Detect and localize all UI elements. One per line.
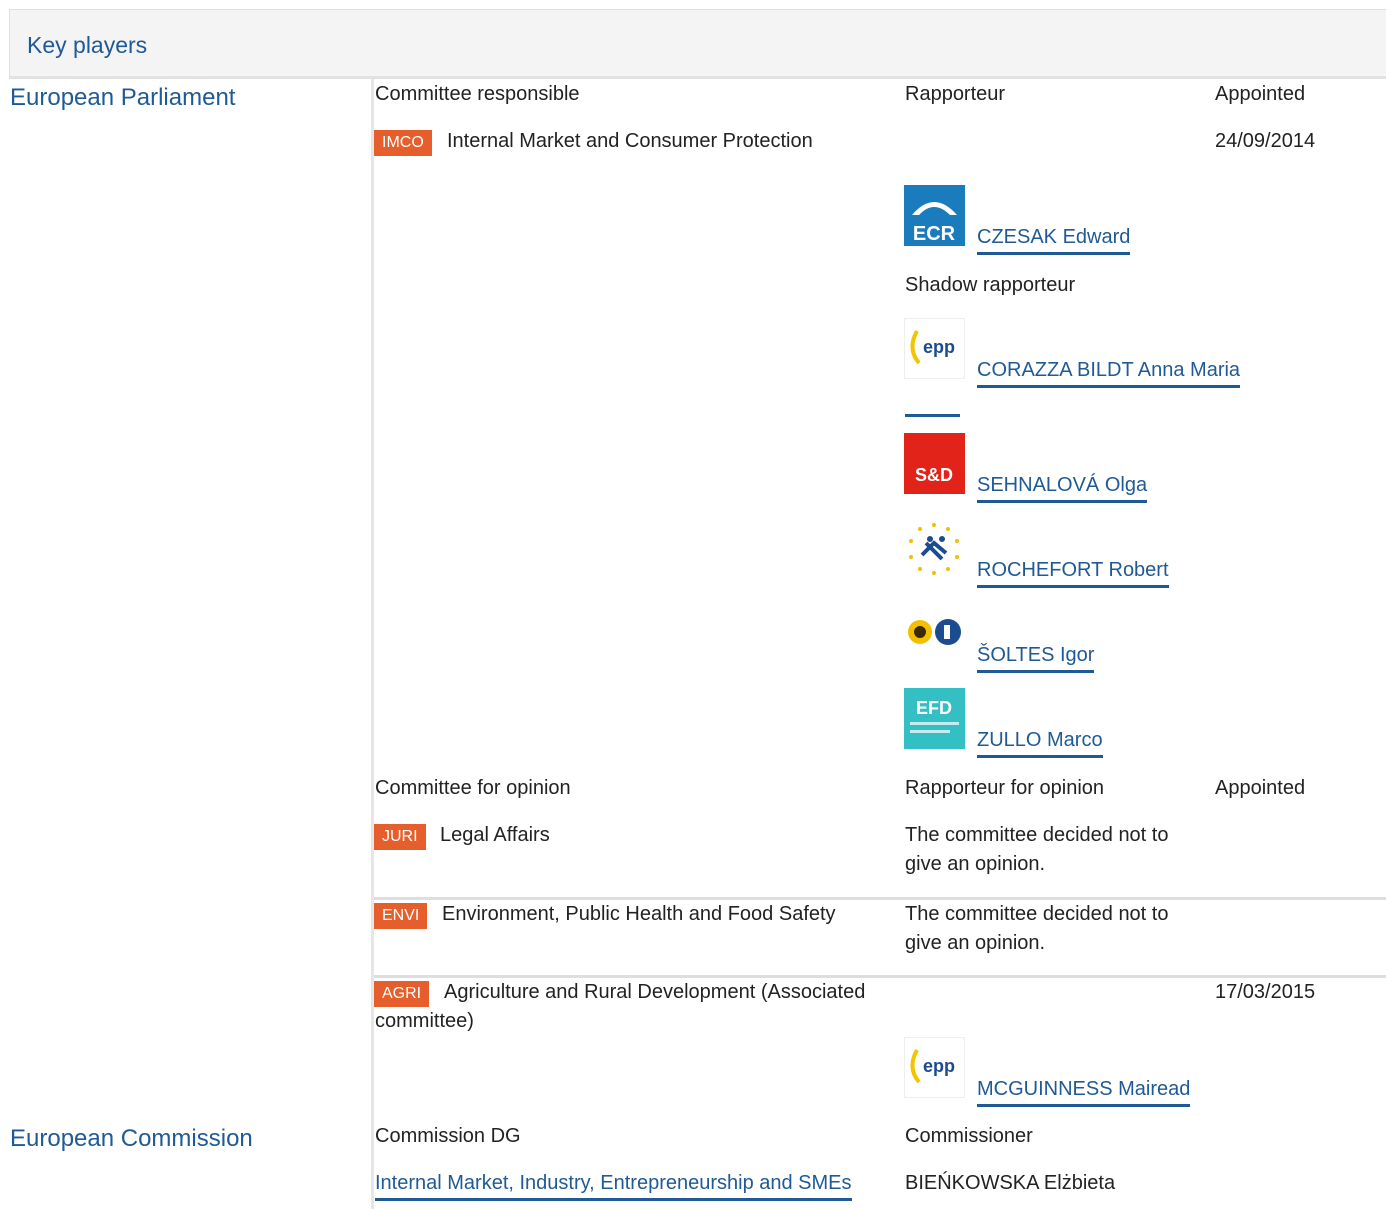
col-commission-dg: Commission DG [375,1125,521,1147]
col-committee-opinion: Committee for opinion [375,777,571,799]
opinion-status: The committee decided not to give an opi… [905,824,1169,875]
svg-text:EFD: EFD [916,698,952,718]
col-rapporteur-opinion: Rapporteur for opinion [905,777,1105,799]
col-committee-responsible: Committee responsible [375,83,580,105]
link-underline-continuation [905,385,960,417]
shadow-rapporteur-label: Shadow rapporteur [905,274,1076,296]
efd-logo: EFD [904,688,965,749]
commission-dg-link[interactable]: Internal Market, Industry, Entrepreneurs… [375,1169,852,1201]
column-divider [371,79,374,1209]
shadow-rapporteur-link[interactable]: ZULLO Marco [977,726,1103,758]
divider [9,76,1386,79]
col-rapporteur: Rapporteur [905,83,1006,105]
svg-text:epp: epp [923,337,955,357]
svg-text:ECR: ECR [913,223,956,245]
epp-logo: epp [904,318,965,379]
opinion-committee-name: Environment, Public Health and Food Safe… [442,903,836,925]
shadow-rapporteur-link[interactable]: SEHNALOVÁ Olga [977,471,1148,503]
sd-logo: S&D [904,433,965,494]
opinion-status: The committee decided not to give an opi… [905,903,1169,954]
col-appointed-opinion: Appointed [1215,777,1306,799]
opinion-committee-name: Agriculture and Rural Development (Assoc… [375,981,866,1032]
greens-logo [904,604,965,665]
ecr-logo: ECR [904,185,965,246]
institution-ep: European Parliament [10,84,236,111]
rapporteur-link[interactable]: CZESAK Edward [977,223,1131,255]
committee-badge-juri: JURI [374,824,426,850]
institution-ec: European Commission [10,1125,253,1152]
epp-logo: epp [904,1037,965,1098]
section-title: Key players [27,32,148,58]
appointed-date: 17/03/2015 [1215,981,1316,1003]
shadow-rapporteur-link[interactable]: ROCHEFORT Robert [977,556,1169,588]
key-players-panel: Key players European Parliament Committe… [0,0,1386,1209]
committee-name: Internal Market and Consumer Protection [447,130,813,152]
committee-badge-envi: ENVI [374,903,428,929]
section-header: Key players [9,9,1386,77]
alde-logo [904,519,965,580]
committee-badge-imco: IMCO [374,130,432,156]
shadow-rapporteur-link[interactable]: CORAZZA BILDT Anna Maria [977,356,1241,388]
svg-text:epp: epp [923,1056,955,1076]
col-appointed: Appointed [1215,83,1306,105]
opinion-rapporteur-link[interactable]: MCGUINNESS Mairead [977,1075,1191,1107]
svg-text:S&D: S&D [915,465,953,485]
commissioner-name: BIEŃKOWSKA Elżbieta [905,1172,1116,1194]
opinion-committee-name: Legal Affairs [440,824,550,846]
shadow-rapporteur-link[interactable]: ŠOLTES Igor [977,641,1095,673]
appointed-date: 24/09/2014 [1215,130,1316,152]
col-commissioner: Commissioner [905,1125,1033,1147]
